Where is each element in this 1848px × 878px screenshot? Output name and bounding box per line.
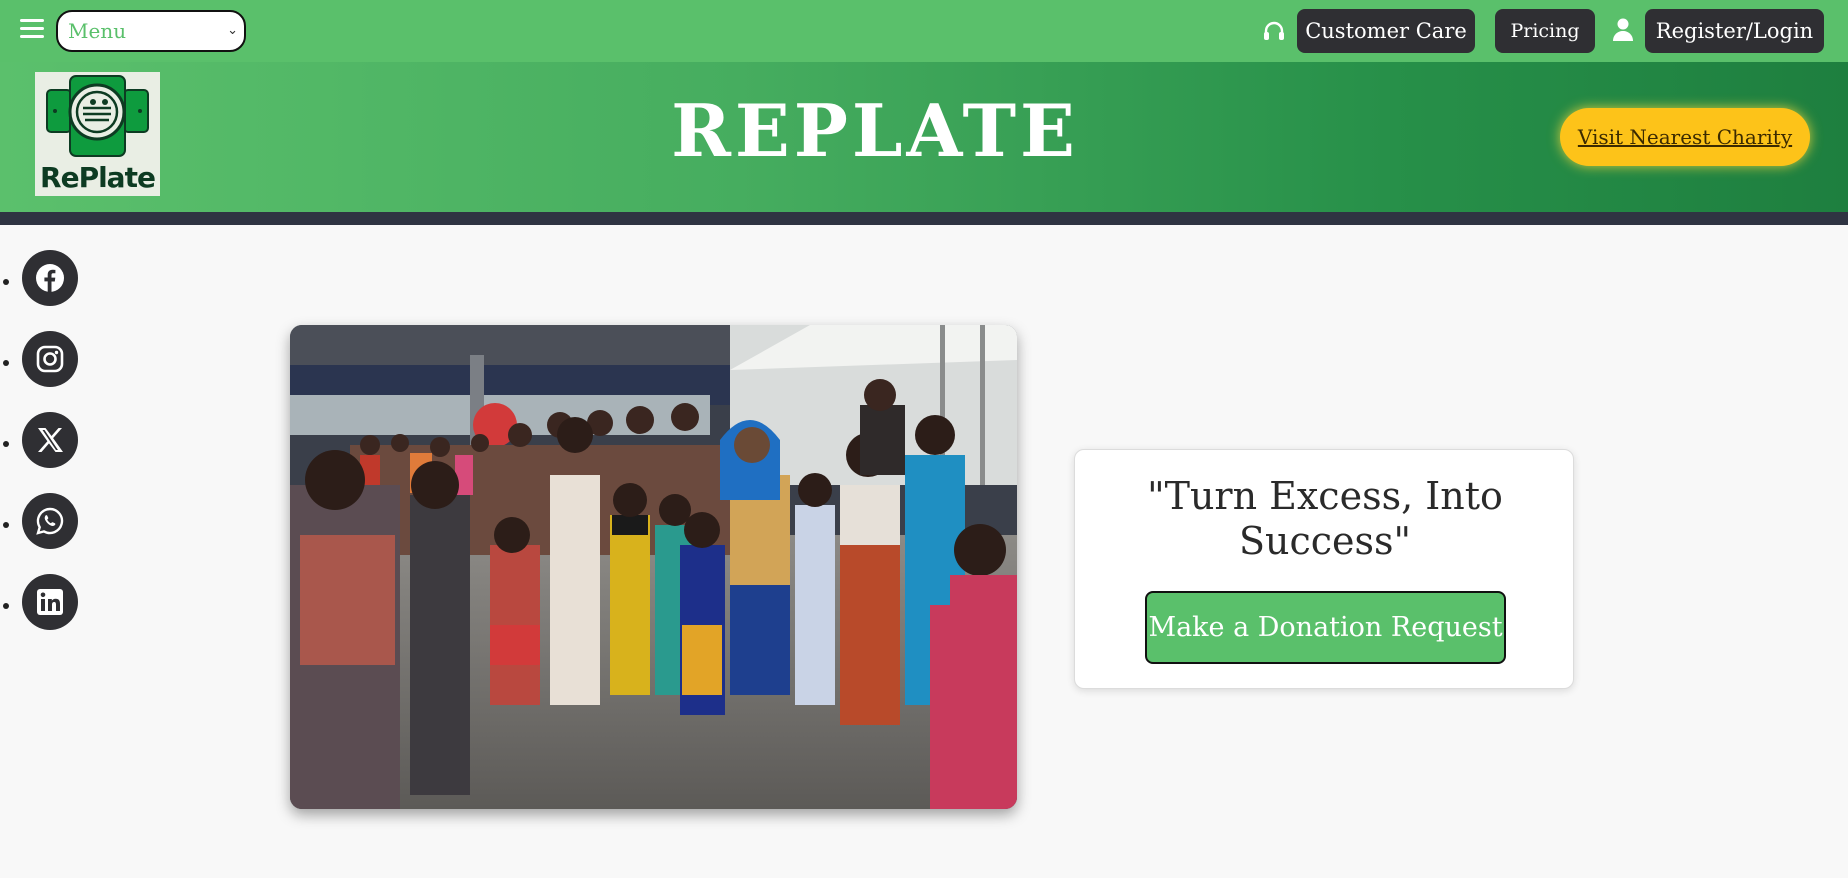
hero-photo [290, 325, 1017, 809]
make-donation-request-button[interactable]: Make a Donation Request [1145, 591, 1506, 664]
register-login-button[interactable]: Register/Login [1645, 9, 1824, 53]
tagline-card: "Turn Excess, Into Success" Make a Donat… [1074, 449, 1574, 689]
plate-logo-icon [46, 75, 149, 157]
instagram-icon[interactable] [22, 331, 78, 387]
hamburger-icon[interactable] [20, 19, 44, 41]
list-bullet [3, 279, 9, 285]
social-item-linkedin [0, 574, 80, 634]
logo-text: RePlate [40, 161, 156, 194]
whatsapp-icon[interactable] [22, 493, 78, 549]
social-item-instagram [0, 331, 80, 391]
user-icon[interactable] [1612, 18, 1634, 42]
banner-divider [0, 212, 1848, 225]
chevron-down-icon: ⌄ [227, 23, 238, 38]
list-bullet [3, 441, 9, 447]
list-bullet [3, 603, 9, 609]
menu-dropdown[interactable]: Menu ⌄ [56, 10, 246, 52]
pricing-button[interactable]: Pricing [1495, 9, 1595, 53]
top-navbar: Menu ⌄ Customer Care Pricing Register/Lo… [0, 0, 1848, 62]
menu-dropdown-value: Menu [68, 19, 127, 43]
tagline-text: "Turn Excess, Into Success" [1147, 474, 1503, 563]
replate-logo[interactable]: RePlate [35, 72, 160, 196]
visit-nearest-charity-button[interactable]: Visit Nearest Charity [1560, 108, 1810, 166]
list-bullet [3, 360, 9, 366]
social-item-facebook [0, 250, 80, 310]
list-bullet [3, 522, 9, 528]
linkedin-icon[interactable] [22, 574, 78, 630]
x-icon[interactable] [22, 412, 78, 468]
social-item-x [0, 412, 80, 472]
brand-title: REPLATE [671, 88, 1079, 173]
headset-icon[interactable] [1262, 19, 1286, 43]
brand-banner: RePlate REPLATE Visit Nearest Charity [0, 62, 1848, 212]
facebook-icon[interactable] [22, 250, 78, 306]
social-item-whatsapp [0, 493, 80, 553]
customer-care-button[interactable]: Customer Care [1297, 9, 1475, 53]
